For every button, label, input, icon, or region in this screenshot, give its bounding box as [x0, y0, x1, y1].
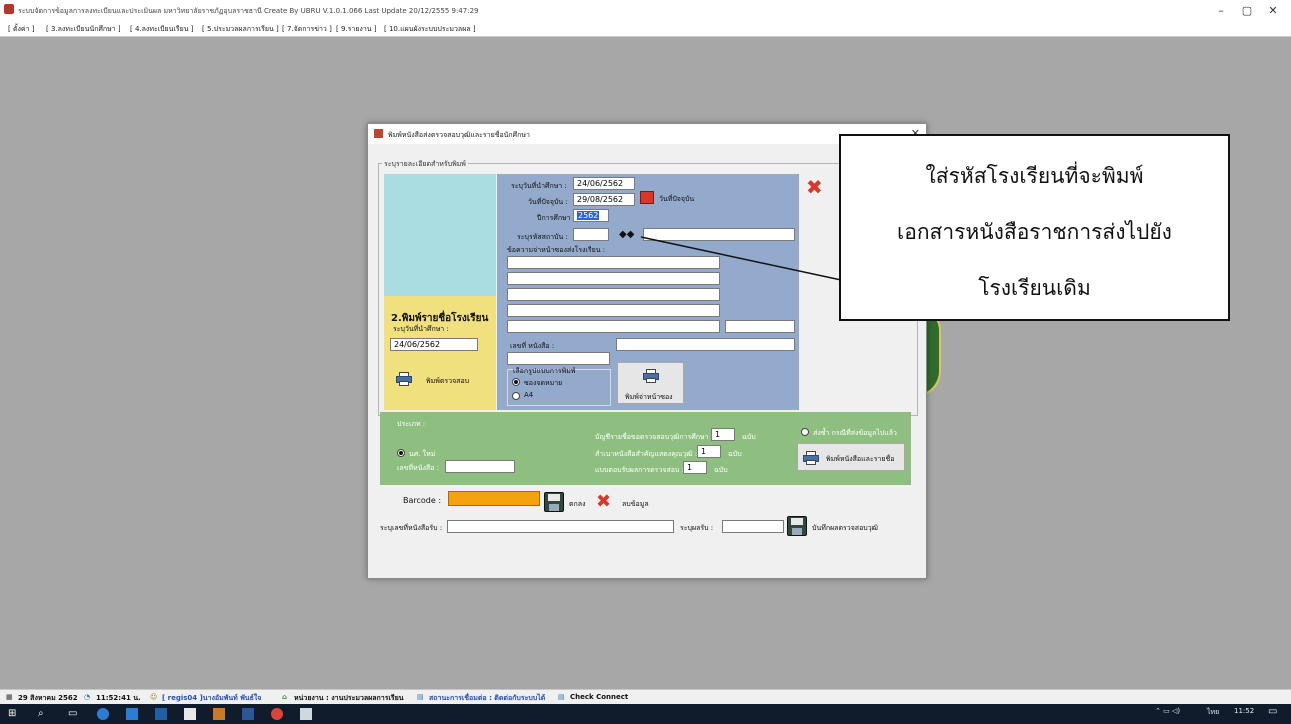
status-date: 29 สิงหาคม 2562 — [18, 694, 78, 702]
check-connect-button[interactable]: Check Connect — [570, 693, 628, 701]
status-unit: หน่วยงาน : งานประมวลผลการเรียน — [294, 694, 404, 702]
callout-pointer — [640, 236, 870, 287]
edge-browser-icon[interactable] — [97, 708, 109, 720]
search-icon[interactable]: ⌕ — [38, 708, 50, 720]
store-icon[interactable] — [155, 708, 167, 720]
status-connect: สถานะการเชื่อมต่อ : ติดต่อกับระบบได้ — [429, 694, 546, 702]
taskbar-clock[interactable]: 11:52 — [1234, 707, 1254, 715]
windows-start-icon[interactable]: ⊞ — [8, 708, 20, 720]
clock-icon: ◔ — [84, 693, 91, 701]
task-view-icon[interactable]: ▭ — [68, 708, 80, 720]
calendar-status-icon: ▦ — [6, 693, 13, 701]
callout-line-1: ใส่รหัสโรงเรียนที่จะพิมพ์ — [925, 164, 1144, 188]
tray-icons[interactable]: ⌃ ▭ ◁) — [1155, 707, 1180, 715]
instruction-callout: ใส่รหัสโรงเรียนที่จะพิมพ์ เอกสารหนังสือร… — [839, 134, 1230, 321]
registration-app-icon[interactable] — [213, 708, 225, 720]
notification-icon[interactable]: ▭ — [1268, 706, 1277, 717]
chrome-icon[interactable] — [271, 708, 283, 720]
mail-icon[interactable] — [184, 708, 196, 720]
callout-line-2: เอกสารหนังสือราชการส่งไปยัง — [897, 220, 1172, 244]
callout-line-3: โรงเรียนเดิม — [978, 276, 1091, 300]
user-icon: ☺ — [150, 693, 158, 701]
network-icon: ▤ — [417, 693, 424, 701]
photos-icon[interactable] — [300, 708, 312, 720]
check-connect-icon: ▤ — [558, 693, 565, 701]
file-explorer-icon[interactable] — [126, 708, 138, 720]
status-bar: ▦ 29 สิงหาคม 2562 ◔ 11:52:41 น. ☺ [ regi… — [0, 689, 1291, 704]
taskbar: ⊞ ⌕ ▭ ⌃ ▭ ◁) ไทย 11:52 ▭ — [0, 704, 1291, 724]
word-icon[interactable] — [242, 708, 254, 720]
status-user: [ regis04 ]นางอัมพันท์ พันธ์ใจ — [162, 694, 262, 702]
status-time: 11:52:41 น. — [96, 694, 141, 702]
home-icon: ⌂ — [282, 693, 288, 701]
input-language[interactable]: ไทย — [1207, 707, 1219, 718]
